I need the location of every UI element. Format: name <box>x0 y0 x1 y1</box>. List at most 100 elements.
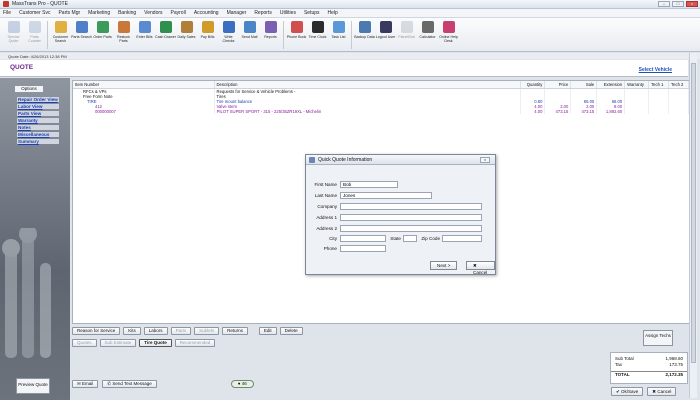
dialog-close-button[interactable]: × <box>480 157 490 163</box>
column-header: Sale <box>571 81 598 88</box>
menu-item-manager[interactable]: Manager <box>227 10 247 16</box>
menu-item-accounting[interactable]: Accounting <box>194 10 219 16</box>
nav-link-notes[interactable]: Notes <box>17 125 59 130</box>
menu-item-file[interactable]: File <box>3 10 11 16</box>
options-button[interactable]: Options <box>14 85 44 93</box>
menu-item-banking[interactable]: Banking <box>118 10 136 16</box>
wrench-decoration-icon <box>2 228 51 358</box>
toolbar-send-mail-button[interactable]: Send Mail <box>239 18 260 52</box>
toolbar-order-parts-button[interactable]: Order Parts <box>92 18 113 52</box>
toolbar-enter-bills-button[interactable]: Enter Bills <box>134 18 155 52</box>
nav-link-miscellaneous[interactable]: Miscellaneous <box>17 132 59 137</box>
menu-item-reports[interactable]: Reports <box>254 10 272 16</box>
send-text-message-button[interactable]: ✆ Send Text Message <box>102 380 157 388</box>
menu-item-marketing[interactable]: Marketing <box>88 10 110 16</box>
next-button[interactable]: Next > <box>430 261 458 270</box>
title-bar: MassTrans Pro - QUOTE – □ × <box>0 0 700 9</box>
select-vehicle-link[interactable]: Select Vehicle <box>639 67 672 73</box>
tab-quotes[interactable]: Quotes <box>72 339 97 347</box>
toolbar-write-checks-button[interactable]: Write Checks <box>218 18 239 52</box>
toolbar-parts-search-button[interactable]: Parts Search <box>71 18 92 52</box>
toolbar-restock-parts-button[interactable]: Restock Parts <box>113 18 134 52</box>
toolbar-label: Online Help Desk <box>439 35 458 43</box>
nav-link-parts-view[interactable]: Parts View <box>17 111 59 116</box>
menu-item-parts-mgr[interactable]: Parts Mgr <box>58 10 80 16</box>
backup-data-icon <box>358 21 371 33</box>
toolbar-online-help-desk-button[interactable]: Online Help Desk <box>438 18 459 52</box>
vertical-scrollbar[interactable] <box>689 53 697 398</box>
minimize-button[interactable]: – <box>658 1 670 7</box>
toolbar-service-quote-button[interactable]: Service Quote <box>3 18 24 52</box>
toolbar-parts-counter-button[interactable]: Parts Counter <box>24 18 45 52</box>
toolbar-calculator-button[interactable]: Calculator <box>417 18 438 52</box>
toolbar-label: Phone Book <box>286 35 307 39</box>
toolbar-reports-button[interactable]: Reports <box>260 18 281 52</box>
toolbar-pay-bills-button[interactable]: Pay Bills <box>197 18 218 52</box>
toolbar-separator <box>351 21 352 49</box>
menu-item-utilities[interactable]: Utilities <box>280 10 296 16</box>
cell-empty <box>625 109 650 114</box>
preview-quote-button[interactable]: Preview Quote <box>16 378 50 394</box>
assign-techs-button[interactable]: Assign Techs <box>643 330 673 346</box>
toolbar-label: Parts Search <box>71 35 92 39</box>
dialog-cancel-button[interactable]: ✖ Cancel <box>466 261 495 275</box>
menu-item-help[interactable]: Help <box>328 10 338 16</box>
column-header: Extension <box>597 81 626 88</box>
parts-button[interactable]: Parts <box>170 327 192 335</box>
menu-item-vendors[interactable]: Vendors <box>144 10 162 16</box>
toolbar-daily-sales-button[interactable]: Daily Sales <box>176 18 197 52</box>
first-name-label: First Name <box>314 182 337 187</box>
toolbar-cash-drawer-button[interactable]: Cash Drawer <box>155 18 176 52</box>
sublets-button[interactable]: Sublets <box>194 327 220 335</box>
tab-sub-estimate[interactable]: Sub Estimate <box>99 339 137 347</box>
company-field[interactable] <box>340 203 482 210</box>
phone-field[interactable] <box>340 245 386 252</box>
city-field[interactable] <box>340 235 386 242</box>
nav-link-summary[interactable]: Summary <box>17 139 59 144</box>
labors-button[interactable]: Labors <box>143 327 168 335</box>
total-label: Tax <box>615 362 623 367</box>
toolbar-customer-search-button[interactable]: Customer Search <box>50 18 71 52</box>
message-count-button[interactable]: ● 46 <box>230 380 254 388</box>
toolbar-time-clock-button[interactable]: Time Clock <box>307 18 328 52</box>
state-field[interactable] <box>403 235 417 242</box>
close-window-button[interactable]: × <box>686 1 698 7</box>
menu-item-payroll[interactable]: Payroll <box>171 10 186 16</box>
tab-tire-quote[interactable]: Tire Quote <box>139 339 172 347</box>
email-button[interactable]: ✉ Email <box>72 380 99 388</box>
toolbar-task-list-button[interactable]: Task List <box>328 18 349 52</box>
nav-link-repair-order-view[interactable]: Repair Order View <box>17 97 59 102</box>
reason-for-service-button[interactable]: Reason for Service <box>72 327 121 335</box>
edit-button[interactable]: Edit <box>258 327 277 335</box>
nav-link-warranty[interactable]: Warranty <box>17 118 59 123</box>
returns-button[interactable]: Returns <box>222 327 248 335</box>
column-header: Price <box>545 81 572 88</box>
scroll-thumb[interactable] <box>691 63 696 363</box>
kits-button[interactable]: Kits <box>123 327 141 335</box>
menu-item-customer-svc[interactable]: Customer Svc <box>19 10 50 16</box>
parts-search-icon <box>75 21 88 33</box>
zip-code-field[interactable] <box>442 235 482 242</box>
toolbar-backup-data-button[interactable]: Backup Data <box>354 18 375 52</box>
last-name-field[interactable] <box>340 192 432 199</box>
tab-recommended[interactable]: Recommended <box>174 339 216 347</box>
zip-code-label: Zip Code <box>421 236 440 241</box>
toolbar-logout-user-button[interactable]: Logout User <box>375 18 396 52</box>
toolbar-label: PlanetDial <box>398 35 415 39</box>
address2-field[interactable] <box>340 225 482 232</box>
toolbar-phone-book-button[interactable]: Phone Book <box>286 18 307 52</box>
cancel-button[interactable]: ✖ Cancel <box>647 387 677 396</box>
window-title: MassTrans Pro - QUOTE <box>12 1 68 7</box>
toolbar-planetdial-button[interactable]: PlanetDial <box>396 18 417 52</box>
first-name-field[interactable] <box>340 181 398 188</box>
column-header: Tech 2 <box>669 81 689 88</box>
maximize-button[interactable]: □ <box>672 1 684 7</box>
delete-button[interactable]: Delete <box>279 327 303 335</box>
address1-field[interactable] <box>340 214 482 221</box>
menu-item-setups[interactable]: Setups <box>304 10 320 16</box>
table-row[interactable]: 000000007 PILOT SUPER SPORT - 315 - 225/3… <box>73 109 690 114</box>
view-links: Repair Order View Labor View Parts View War… <box>17 97 59 144</box>
ok-save-button[interactable]: ✔ Ok/Save <box>611 387 644 396</box>
nav-link-labor-view[interactable]: Labor View <box>17 104 59 109</box>
cell-qty: 4.00 <box>521 109 546 114</box>
